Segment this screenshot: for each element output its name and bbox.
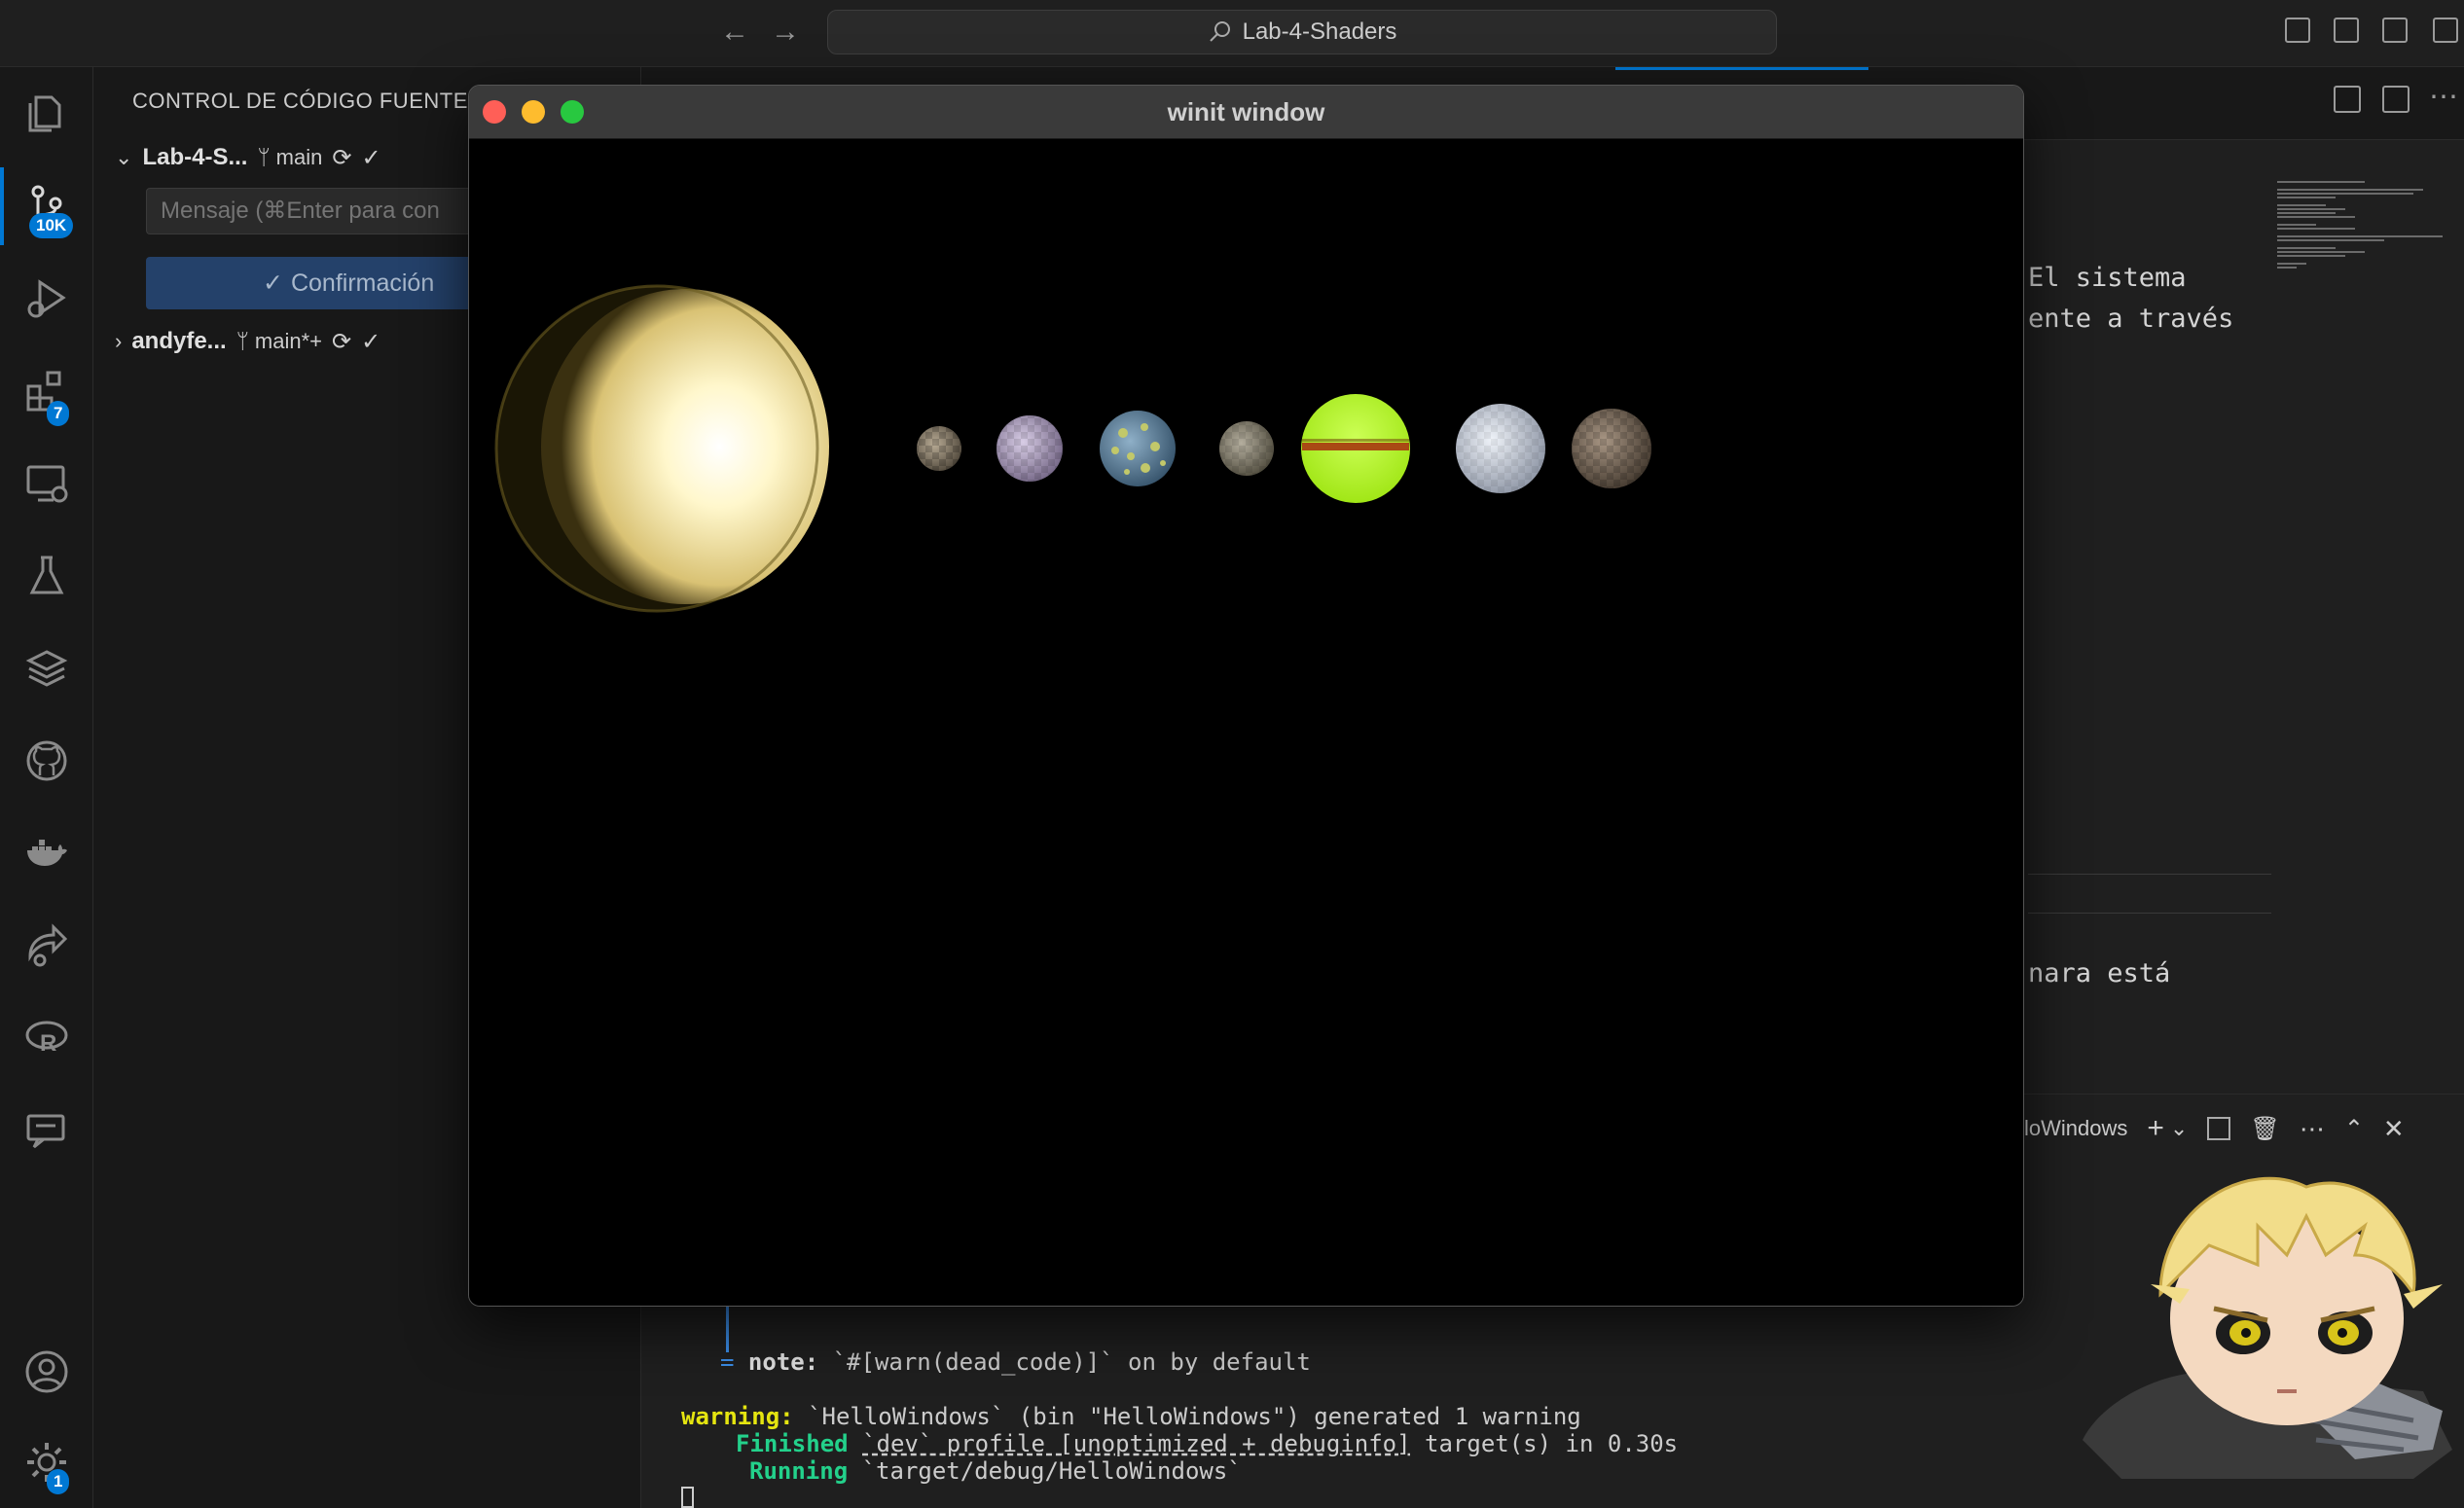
- finished-text: target(s) in 0.30s: [1410, 1430, 1679, 1457]
- command-center-search[interactable]: Lab-4-Shaders: [827, 10, 1777, 54]
- terminal-warning-line: warning: `HelloWindows` (bin "HelloWindo…: [681, 1403, 1581, 1430]
- docker-icon[interactable]: [0, 807, 92, 899]
- planet-1: [917, 426, 961, 471]
- arrow-left-icon[interactable]: ←: [718, 16, 751, 49]
- planet-2: [996, 415, 1063, 482]
- commit-message-input[interactable]: [146, 188, 516, 234]
- planet-6: [1456, 404, 1545, 493]
- github-icon[interactable]: [0, 714, 92, 807]
- source-control-badge: 10K: [29, 213, 74, 238]
- files-icon[interactable]: [0, 67, 92, 160]
- chat-icon[interactable]: [0, 1084, 92, 1176]
- note-label: note:: [747, 1348, 819, 1376]
- window-title: winit window: [1167, 97, 1325, 126]
- gutter-line: [726, 1306, 729, 1352]
- extensions-icon[interactable]: 7: [0, 344, 92, 437]
- chevron-down-icon[interactable]: ⌄: [2170, 1116, 2188, 1141]
- remote-explorer-icon[interactable]: [0, 437, 92, 529]
- editor-text-line: nara está: [2028, 958, 2171, 988]
- solar-system-render: [494, 284, 1651, 613]
- warning-text: `HelloWindows` (bin "HelloWindows") gene…: [793, 1403, 1581, 1430]
- sidebar-title: CONTROL DE CÓDIGO FUENTE: [132, 89, 468, 113]
- trash-icon[interactable]: 🗑: [2250, 1115, 2279, 1143]
- sync-icon[interactable]: ⟳: [332, 328, 351, 356]
- close-panel-icon[interactable]: ✕: [2383, 1114, 2405, 1144]
- divider: [2028, 874, 2271, 875]
- svg-text:R: R: [40, 1030, 56, 1057]
- terminal-note-line: = note: `#[warn(dead_code)]` on by defau…: [720, 1348, 1311, 1376]
- planet-5: [1301, 394, 1410, 503]
- maximize-panel-icon[interactable]: ⌃: [2344, 1115, 2364, 1143]
- check-icon: ✓: [263, 269, 283, 297]
- commit-button-label: Confirmación: [290, 269, 435, 297]
- editor-text-line: El sistema: [2028, 263, 2187, 293]
- title-bar: ← → Lab-4-Shaders: [0, 0, 2464, 67]
- arrow-right-icon[interactable]: →: [769, 16, 802, 49]
- branch-name: main*+: [254, 329, 322, 353]
- search-icon: [1209, 21, 1230, 42]
- toggle-primary-sidebar-icon[interactable]: [2285, 18, 2310, 43]
- split-terminal-icon[interactable]: [2207, 1117, 2231, 1140]
- branch-name: main: [275, 145, 323, 169]
- planet-7: [1572, 409, 1651, 488]
- flask-icon[interactable]: [0, 529, 92, 622]
- branch-indicator[interactable]: ᛘ main: [257, 145, 322, 170]
- sync-icon[interactable]: ⟳: [332, 144, 351, 172]
- running-label: Running: [749, 1457, 849, 1485]
- finished-label: Finished: [736, 1430, 849, 1457]
- sun: [494, 284, 829, 613]
- note-text: `#[warn(dead_code)]` on by default: [818, 1348, 1311, 1376]
- repo-name: andyfe...: [131, 328, 227, 354]
- planet-3: [1100, 411, 1176, 486]
- add-terminal-icon[interactable]: +: [2147, 1112, 2164, 1145]
- winit-window[interactable]: winit window: [468, 85, 2024, 1307]
- planet-4: [1219, 421, 1274, 476]
- terminal-finished-line: Finished `dev` profile [unoptimized + de…: [736, 1430, 1678, 1457]
- check-icon[interactable]: ✓: [361, 144, 380, 172]
- more-actions-icon[interactable]: ⋯: [2300, 1114, 2325, 1144]
- editor-text-line: ente a través: [2028, 304, 2234, 334]
- open-preview-icon[interactable]: [2334, 86, 2361, 113]
- source-control-icon[interactable]: 10K: [0, 160, 92, 252]
- command-center-label: Lab-4-Shaders: [1242, 18, 1397, 45]
- chevron-down-icon[interactable]: ⌄: [115, 145, 132, 170]
- repo-name: Lab-4-S...: [142, 144, 248, 170]
- window-title-bar[interactable]: winit window: [469, 86, 2023, 139]
- run-debug-icon[interactable]: [0, 252, 92, 344]
- mascot-sticker: [2083, 1176, 2452, 1479]
- customize-layout-icon[interactable]: [2433, 18, 2458, 43]
- chevron-right-icon[interactable]: ›: [115, 329, 122, 354]
- git-branch-icon: ᛘ: [236, 329, 249, 353]
- account-icon[interactable]: [0, 1325, 92, 1418]
- terminal-running-line: Running `target/debug/HelloWindows`: [749, 1457, 1242, 1485]
- manage-badge: 1: [47, 1469, 70, 1494]
- extensions-badge: 7: [47, 401, 70, 426]
- panel-header: loWindows + ⌄ 🗑 ⋯ ⌃ ✕: [2024, 1109, 2405, 1148]
- more-actions-icon[interactable]: ⋯: [2429, 80, 2458, 114]
- activity-bar: 10K 7 R 1: [0, 67, 93, 1508]
- split-editor-icon[interactable]: [2382, 86, 2410, 113]
- r-icon[interactable]: R: [0, 991, 92, 1084]
- render-canvas: [469, 139, 2023, 1306]
- running-text: `target/debug/HelloWindows`: [848, 1457, 1242, 1485]
- layers-icon[interactable]: [0, 622, 92, 714]
- share-icon[interactable]: [0, 899, 92, 991]
- terminal-cursor: [681, 1487, 694, 1508]
- branch-indicator[interactable]: ᛘ main*+: [236, 329, 322, 354]
- finished-profile: `dev` profile [unoptimized + debuginfo]: [862, 1430, 1411, 1457]
- terminal-name[interactable]: loWindows: [2024, 1116, 2127, 1141]
- check-icon[interactable]: ✓: [361, 328, 380, 356]
- warning-label: warning:: [681, 1403, 794, 1430]
- minimap: [2277, 175, 2452, 302]
- git-branch-icon: ᛘ: [257, 145, 271, 169]
- toggle-secondary-sidebar-icon[interactable]: [2382, 18, 2408, 43]
- active-tab-indicator: [1615, 67, 1868, 70]
- toggle-panel-icon[interactable]: [2334, 18, 2359, 43]
- divider: [2028, 913, 2271, 914]
- gear-icon[interactable]: 1: [0, 1416, 92, 1508]
